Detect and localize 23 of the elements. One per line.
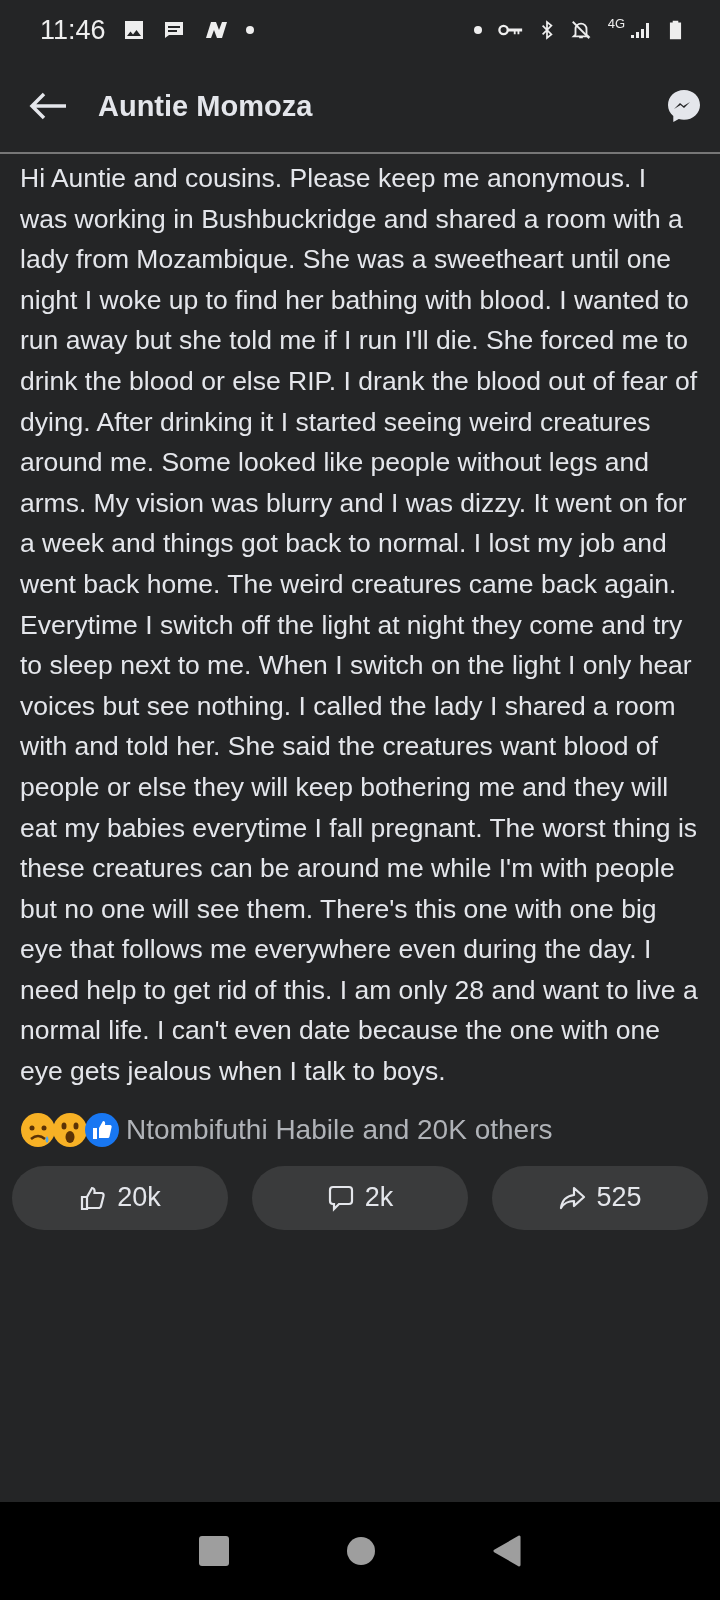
reactions-summary[interactable]: Ntombifuthi Habile and 20K others [126,1113,553,1146]
sad-emoji-icon [20,1111,56,1148]
page-title: Auntie Momoza [98,89,314,123]
status-time: 11:46 [40,14,106,46]
comment-button[interactable]: 2k [252,1165,468,1230]
key-icon [497,22,524,38]
wow-emoji-icon [52,1111,88,1148]
dot-icon [473,26,482,34]
back-icon[interactable] [28,91,68,121]
like-button[interactable]: 20k [12,1165,228,1230]
messenger-icon[interactable] [666,88,702,124]
share-button[interactable]: 525 [492,1165,708,1230]
battery-icon [669,18,682,42]
bluetooth-icon [539,19,554,41]
dot-icon [245,26,254,34]
recent-apps-button[interactable] [198,1536,229,1566]
network-type: 4G [607,16,625,31]
muted-bell-icon [569,19,592,41]
comment-icon [326,1183,355,1212]
post-text: Hi Auntie and cousins. Please keep me anonymous. I was working in Bushbuckridge and shared a room with a lady from Mozambique. She was a sweetheart until one night I woke up to find her bathing with blood. I wanted to run away but she told me if I run I'll die. She forced me to drink the blood or else RIP. I drank the blood out of fear of dying. After drinking it I started seeing weird creatures around me. Some looked like people without legs and arms. My vision was blurry and I was dizzy. It went on for a week and things got back to normal. I lost my job and went back home. The weird creatures came back again. Everytime I switch off the light at night they come and try to sleep next to me. When I switch on the light I only hear voices but see nothing. I called the lady I shared a room with and told her. She said the creatures want blood of people or else they will keep bothering me and they will eat my babies everytime I fall pregnant. The worst thing is these creatures can be around me while I'm with people but no one will see them. There's this one with one big eye that follows me everywhere even during the day. I need help to get rid of this. I am only 28 and want to live a normal life. I can't even date because the one with one eye gets jealous when I talk to boys. [20,162,699,1089]
back-button[interactable] [493,1535,522,1567]
home-button[interactable] [346,1536,376,1566]
like-reaction-icon [84,1111,120,1148]
